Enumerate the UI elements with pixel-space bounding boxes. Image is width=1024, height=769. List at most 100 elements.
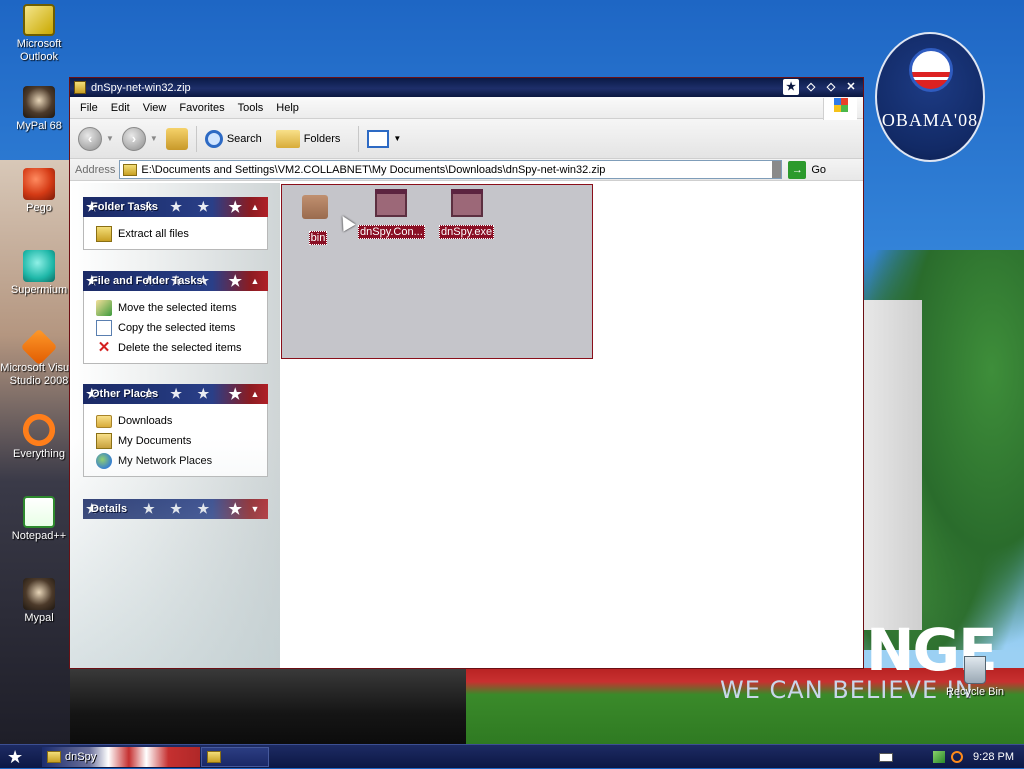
explorer-window[interactable]: dnSpy-net-win32.zip ★ ◇ ◇ ✕ File Edit Vi… (69, 77, 864, 669)
place-my-network-places[interactable]: My Network Places (96, 451, 267, 471)
forward-dropdown-icon[interactable]: ▼ (150, 134, 158, 143)
maximize-button[interactable]: ◇ (823, 79, 839, 95)
menu-tools[interactable]: Tools (238, 102, 264, 114)
minimize-button[interactable]: ◇ (803, 79, 819, 95)
file-folder-tasks-header[interactable]: ★ ★ ★ ★ File and Folder Tasks ★ ▲ (83, 271, 268, 291)
pego-icon (23, 168, 55, 200)
file-name: bin (308, 231, 328, 245)
star-icon: ★ (228, 386, 242, 403)
task-move-selected-items[interactable]: Move the selected items (96, 298, 267, 318)
wallpaper-suit (70, 668, 470, 744)
go-arrow-icon: → (788, 160, 807, 179)
details-title: Details (91, 503, 128, 515)
copy-icon (96, 320, 112, 336)
desktop-icon-visual-studio[interactable]: Microsoft Visual Studio 2008 (0, 328, 79, 388)
window-controls: ★ ◇ ◇ ✕ (783, 79, 859, 95)
system-tray: 9:28 PM (871, 745, 1024, 769)
window-body: ★ ★ ★ ★ Folder Tasks ★ ▲ Extract all fil… (70, 183, 863, 668)
desktop-icon-mypal[interactable]: Mypal (0, 578, 79, 625)
zip-folder-icon (123, 163, 138, 176)
task-delete-selected-items[interactable]: ✕ Delete the selected items (96, 338, 267, 358)
file-list-area[interactable]: bin dnSpy.Con... dnSpy.exe (280, 183, 863, 668)
folders-button[interactable]: Folders (304, 133, 341, 145)
zip-folder-icon (74, 81, 86, 94)
taskbar-button-zip[interactable] (201, 747, 269, 767)
network-tray-icon[interactable] (933, 751, 946, 763)
taskbar-button-dnspy[interactable]: dnSpy (42, 747, 200, 767)
search-button[interactable]: Search (227, 133, 262, 145)
menu-favorites[interactable]: Favorites (179, 102, 224, 114)
task-label: Copy the selected items (118, 322, 236, 334)
task-label: Delete the selected items (118, 342, 242, 354)
visual-studio-icon (20, 328, 58, 366)
desktop-icon-recycle-bin[interactable]: Recycle Bin (940, 656, 1010, 698)
keyboard-icon[interactable] (879, 752, 894, 762)
go-label: Go (811, 163, 827, 176)
other-places-header[interactable]: ★ ★ ★ ★ Other Places ★ ▲ (83, 384, 268, 404)
folder-tasks-header[interactable]: ★ ★ ★ ★ Folder Tasks ★ ▲ (83, 197, 268, 217)
window-titlebar[interactable]: dnSpy-net-win32.zip ★ ◇ ◇ ✕ (70, 78, 863, 97)
desktop-icon-label: Notepad++ (11, 530, 67, 542)
desktop-icon-outlook[interactable]: Microsoft Outlook (0, 4, 79, 64)
collapse-chevron-up-icon[interactable]: ▲ (247, 199, 263, 215)
place-label: Downloads (118, 415, 173, 427)
expand-chevron-down-icon[interactable]: ▼ (247, 501, 263, 517)
desktop-icon-mypal68[interactable]: MyPal 68 (0, 86, 79, 133)
menu-file[interactable]: File (80, 102, 98, 114)
views-icon[interactable] (367, 129, 390, 148)
close-button[interactable]: ✕ (843, 79, 859, 95)
file-folder-tasks-list: Move the selected items Copy the selecte… (83, 291, 268, 364)
file-glyph (450, 189, 483, 221)
views-dropdown-icon[interactable]: ▼ (393, 134, 401, 143)
task-copy-selected-items[interactable]: Copy the selected items (96, 318, 267, 338)
file-item-bin[interactable]: bin (302, 189, 334, 245)
start-button[interactable]: ★ (7, 746, 23, 768)
folders-icon[interactable] (275, 129, 300, 148)
go-button[interactable]: → Go (788, 160, 827, 179)
desktop-icon-label: Recycle Bin (945, 686, 1005, 698)
clock[interactable]: 9:28 PM (973, 751, 1014, 763)
task-extract-all-files[interactable]: Extract all files (96, 224, 267, 244)
back-dropdown-icon[interactable]: ▼ (106, 134, 114, 143)
file-glyph (302, 195, 334, 227)
delete-icon: ✕ (97, 339, 111, 356)
search-tray-icon[interactable] (951, 751, 964, 763)
menu-view[interactable]: View (143, 102, 167, 114)
desktop-icon-label: Pego (26, 202, 52, 214)
toolbar-separator (358, 125, 360, 152)
search-icon[interactable] (204, 129, 223, 148)
application-exe-icon (375, 189, 408, 217)
details-group: ★ ★ ★ ★ Details ★ ▼ (83, 499, 268, 519)
taskbar: ★ dnSpy 9:28 PM (0, 744, 1024, 768)
place-my-documents[interactable]: My Documents (96, 431, 267, 451)
address-dropdown-icon[interactable] (772, 161, 782, 178)
desktop-icon-pego[interactable]: Pego (0, 168, 79, 215)
other-places-group: ★ ★ ★ ★ Other Places ★ ▲ Downloads My Do… (83, 384, 268, 477)
collapse-chevron-up-icon[interactable]: ▲ (247, 386, 263, 402)
address-input[interactable]: E:\Documents and Settings\VM2.COLLABNET\… (119, 160, 783, 179)
details-header[interactable]: ★ ★ ★ ★ Details ★ ▼ (83, 499, 268, 519)
other-places-list: Downloads My Documents My Network Places (83, 404, 268, 477)
zip-folder-icon (207, 751, 221, 763)
desktop-icon-label: Mypal (24, 612, 54, 624)
move-icon (96, 300, 112, 316)
standard-toolbar: ‹ ▼ › ▼ Search Folders ▼ (70, 119, 863, 159)
file-item-dnspy-console[interactable]: dnSpy.Con... (358, 189, 425, 239)
place-downloads[interactable]: Downloads (96, 411, 267, 431)
folder-icon (302, 195, 328, 219)
desktop-icon-label: Microsoft Visual Studio 2008 (0, 362, 78, 387)
help-star-button[interactable]: ★ (783, 79, 799, 95)
desktop-icon-notepad-plus-plus[interactable]: Notepad++ (0, 496, 79, 543)
desktop-icon-everything[interactable]: Everything (0, 414, 79, 461)
menu-edit[interactable]: Edit (111, 102, 130, 114)
up-folder-button[interactable] (165, 127, 188, 150)
desktop-icon-supermium[interactable]: Supermium (0, 250, 79, 297)
menu-help[interactable]: Help (276, 102, 299, 114)
address-label: Address (75, 163, 116, 176)
back-button[interactable]: ‹ (78, 126, 102, 151)
collapse-chevron-up-icon[interactable]: ▲ (247, 273, 263, 289)
folder-tasks-group: ★ ★ ★ ★ Folder Tasks ★ ▲ Extract all fil… (83, 197, 268, 250)
place-label: My Network Places (118, 455, 213, 467)
file-item-dnspy-exe[interactable]: dnSpy.exe (439, 189, 495, 239)
forward-button[interactable]: › (121, 126, 146, 151)
